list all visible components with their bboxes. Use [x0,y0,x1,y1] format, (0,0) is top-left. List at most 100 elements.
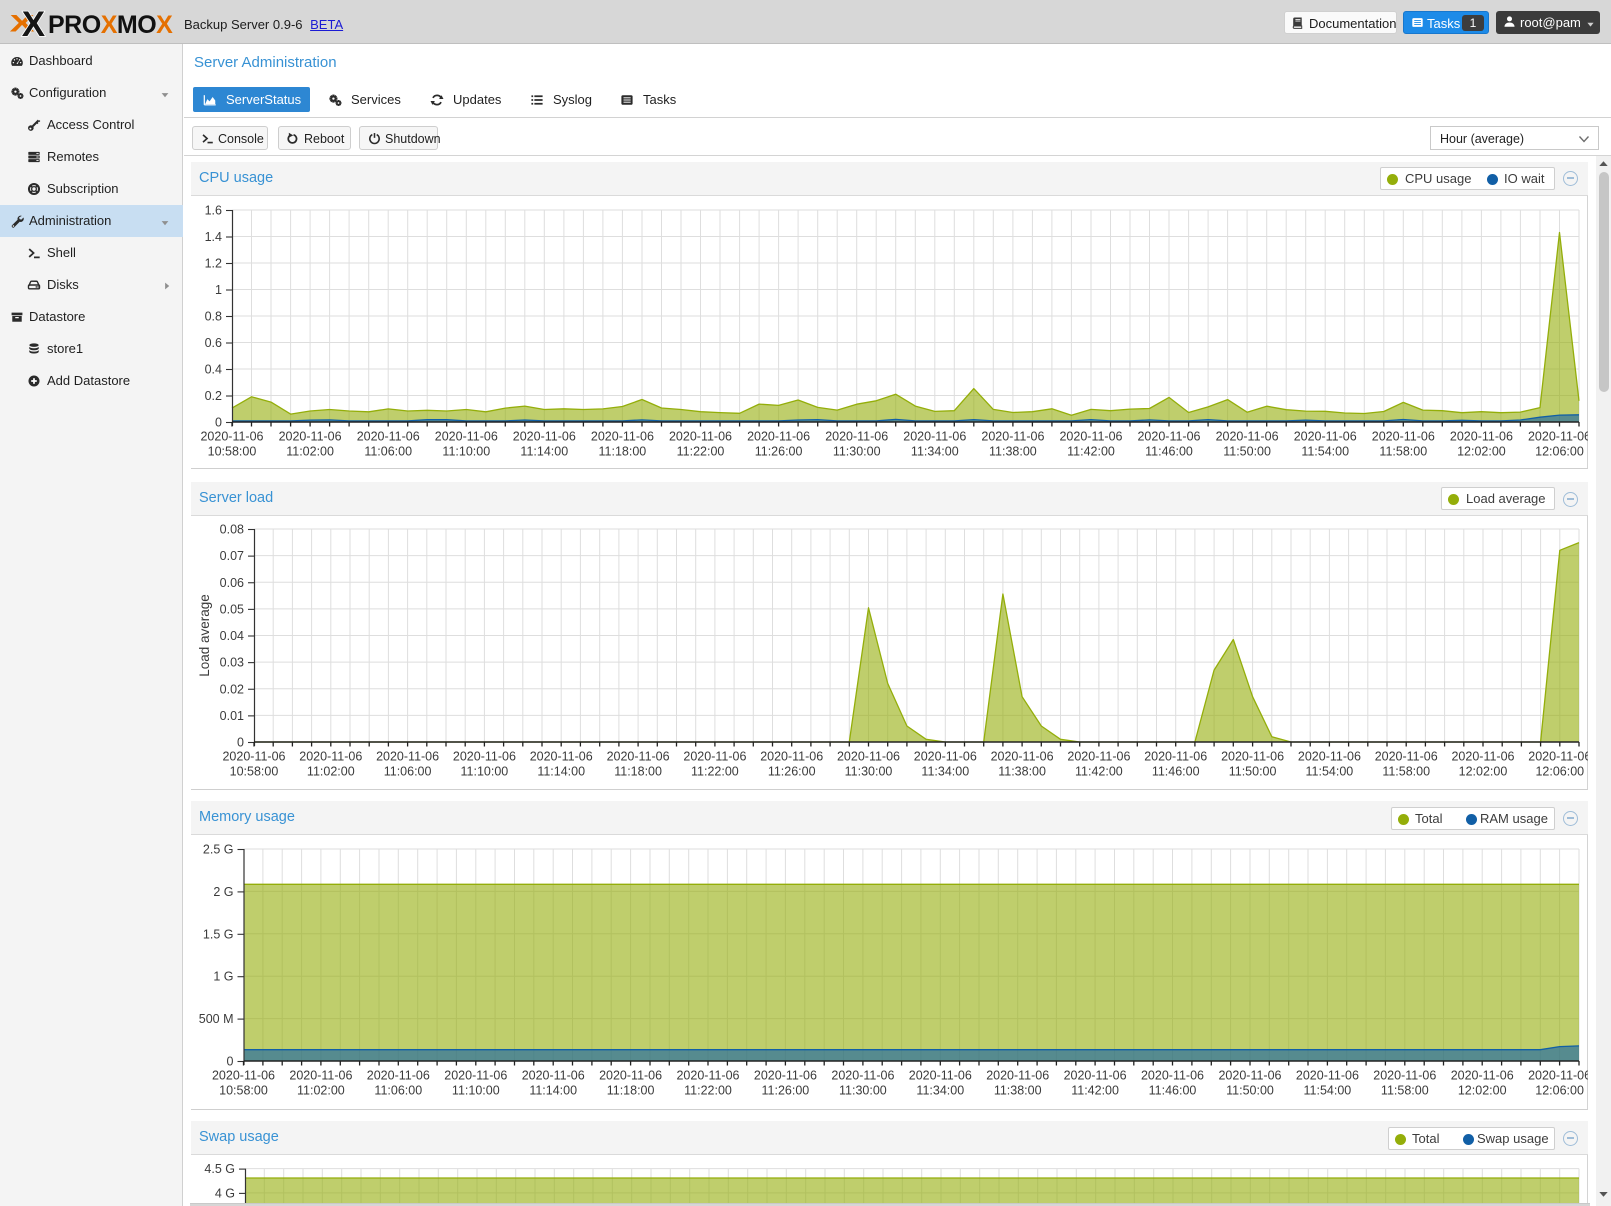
svg-text:0.08: 0.08 [220,523,244,537]
svg-text:11:26:00: 11:26:00 [768,765,816,779]
svg-text:11:30:00: 11:30:00 [833,445,881,459]
svg-text:11:38:00: 11:38:00 [989,445,1037,459]
svg-text:2020-11-06: 2020-11-06 [444,1069,507,1083]
svg-text:11:58:00: 11:58:00 [1381,1084,1429,1098]
svg-text:11:38:00: 11:38:00 [998,765,1046,779]
svg-text:2020-11-06: 2020-11-06 [222,750,285,764]
svg-text:2020-11-06: 2020-11-06 [289,1069,352,1083]
svg-text:2020-11-06: 2020-11-06 [683,750,746,764]
svg-text:11:34:00: 11:34:00 [921,765,969,779]
svg-text:2020-11-06: 2020-11-06 [760,750,823,764]
svg-text:2020-11-06: 2020-11-06 [1144,750,1207,764]
svg-text:PROXMOX: PROXMOX [48,11,173,39]
svg-text:X: X [22,5,46,44]
svg-text:1 G: 1 G [213,970,233,984]
svg-text:0.02: 0.02 [220,682,244,696]
svg-text:11:46:00: 11:46:00 [1149,1084,1197,1098]
svg-text:12:02:00: 12:02:00 [1457,445,1506,459]
svg-text:2020-11-06: 2020-11-06 [299,750,362,764]
svg-text:1: 1 [215,283,222,297]
svg-text:11:06:00: 11:06:00 [384,765,432,779]
svg-text:11:10:00: 11:10:00 [442,445,490,459]
svg-text:11:06:00: 11:06:00 [374,1084,422,1098]
svg-text:2020-11-06: 2020-11-06 [1218,1069,1281,1083]
svg-text:4 G: 4 G [215,1186,235,1200]
svg-text:10:58:00: 10:58:00 [230,765,279,779]
svg-text:0.06: 0.06 [220,576,244,590]
svg-text:2020-11-06: 2020-11-06 [522,1069,585,1083]
svg-text:500 M: 500 M [199,1012,234,1026]
svg-text:2020-11-06: 2020-11-06 [1216,430,1279,444]
svg-text:10:58:00: 10:58:00 [208,445,257,459]
svg-text:11:42:00: 11:42:00 [1075,765,1123,779]
svg-text:2020-11-06: 2020-11-06 [1375,750,1438,764]
svg-text:2020-11-06: 2020-11-06 [591,430,654,444]
svg-text:2020-11-06: 2020-11-06 [599,1069,662,1083]
svg-text:2020-11-06: 2020-11-06 [986,1069,1049,1083]
svg-text:2020-11-06: 2020-11-06 [903,430,966,444]
svg-text:11:26:00: 11:26:00 [755,445,803,459]
svg-text:2020-11-06: 2020-11-06 [909,1069,972,1083]
svg-text:2020-11-06: 2020-11-06 [1221,750,1284,764]
svg-text:2020-11-06: 2020-11-06 [914,750,977,764]
svg-text:11:54:00: 11:54:00 [1301,445,1349,459]
svg-text:11:02:00: 11:02:00 [307,765,355,779]
svg-text:2020-11-06: 2020-11-06 [530,750,593,764]
svg-text:1.4: 1.4 [205,230,222,244]
svg-text:11:54:00: 11:54:00 [1304,1084,1352,1098]
svg-text:0.2: 0.2 [205,389,222,403]
svg-text:0.07: 0.07 [220,549,244,563]
svg-text:2020-11-06: 2020-11-06 [1451,750,1514,764]
svg-text:2020-11-06: 2020-11-06 [676,1069,739,1083]
svg-text:4.5 G: 4.5 G [204,1162,235,1176]
svg-text:Load average: Load average [197,594,212,677]
svg-text:11:14:00: 11:14:00 [529,1084,577,1098]
svg-text:2020-11-06: 2020-11-06 [453,750,516,764]
svg-text:11:54:00: 11:54:00 [1306,765,1354,779]
svg-text:0.4: 0.4 [205,363,222,377]
svg-text:11:26:00: 11:26:00 [762,1084,810,1098]
svg-text:12:06:00: 12:06:00 [1535,1084,1584,1098]
svg-text:2020-11-06: 2020-11-06 [1064,1069,1127,1083]
svg-text:2020-11-06: 2020-11-06 [200,430,263,444]
svg-text:2020-11-06: 2020-11-06 [1528,430,1588,444]
svg-text:2020-11-06: 2020-11-06 [1059,430,1122,444]
svg-text:10:58:00: 10:58:00 [219,1084,268,1098]
svg-text:11:34:00: 11:34:00 [916,1084,964,1098]
svg-text:11:22:00: 11:22:00 [691,765,739,779]
svg-text:2020-11-06: 2020-11-06 [513,430,576,444]
svg-text:11:10:00: 11:10:00 [461,765,509,779]
svg-text:12:06:00: 12:06:00 [1535,765,1584,779]
svg-text:11:30:00: 11:30:00 [839,1084,887,1098]
svg-text:11:46:00: 11:46:00 [1145,445,1193,459]
svg-text:2020-11-06: 2020-11-06 [1294,430,1357,444]
svg-text:2020-11-06: 2020-11-06 [1137,430,1200,444]
svg-text:12:02:00: 12:02:00 [1458,1084,1507,1098]
svg-text:11:18:00: 11:18:00 [607,1084,655,1098]
svg-text:0: 0 [215,416,222,430]
svg-text:2020-11-06: 2020-11-06 [747,430,810,444]
svg-text:11:02:00: 11:02:00 [286,445,334,459]
svg-text:2020-11-06: 2020-11-06 [1373,1069,1436,1083]
svg-text:2020-11-06: 2020-11-06 [1450,430,1513,444]
svg-text:11:50:00: 11:50:00 [1223,445,1271,459]
svg-text:0: 0 [227,1055,234,1069]
svg-text:2020-11-06: 2020-11-06 [669,430,732,444]
svg-text:2020-11-06: 2020-11-06 [1451,1069,1514,1083]
svg-text:0.6: 0.6 [205,336,222,350]
svg-text:2020-11-06: 2020-11-06 [981,430,1044,444]
svg-text:11:58:00: 11:58:00 [1379,445,1427,459]
svg-text:12:06:00: 12:06:00 [1535,445,1584,459]
svg-text:0.03: 0.03 [220,656,244,670]
svg-text:2020-11-06: 2020-11-06 [607,750,670,764]
svg-text:2020-11-06: 2020-11-06 [1372,430,1435,444]
svg-text:2020-11-06: 2020-11-06 [1528,750,1588,764]
svg-text:1.2: 1.2 [205,257,222,271]
svg-text:2020-11-06: 2020-11-06 [831,1069,894,1083]
svg-text:2020-11-06: 2020-11-06 [376,750,439,764]
svg-text:2020-11-06: 2020-11-06 [754,1069,817,1083]
svg-text:0.01: 0.01 [220,709,244,723]
svg-text:2 G: 2 G [213,885,233,899]
svg-text:11:30:00: 11:30:00 [845,765,893,779]
svg-text:12:02:00: 12:02:00 [1459,765,1508,779]
